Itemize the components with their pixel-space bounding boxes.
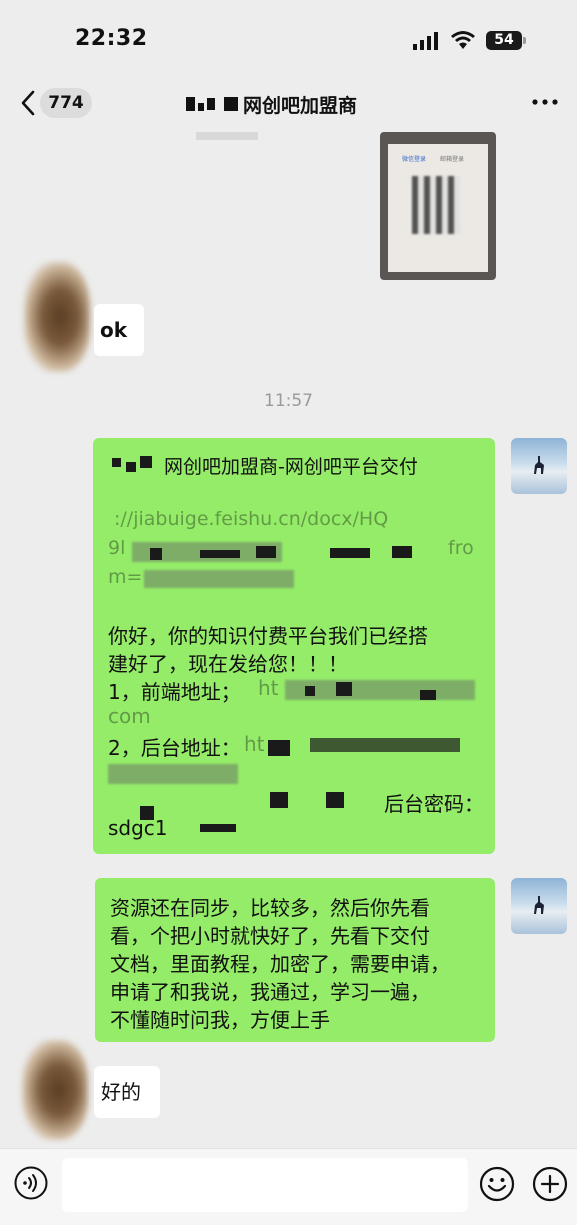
delivery-link-line3: m= xyxy=(108,566,143,588)
delivery-admin-label: 2，后台地址： xyxy=(108,736,241,760)
delivery-front-label: 1，前端地址； xyxy=(108,680,241,704)
unread-count-badge[interactable]: 774 xyxy=(40,88,92,118)
message-text: 好的 xyxy=(101,1080,141,1104)
sync-line-1: 资源还在同步，比较多，然后你先看 xyxy=(110,896,430,920)
signal-icon xyxy=(413,32,438,50)
delivery-password-start: sdgc1 xyxy=(108,816,168,840)
redaction-block xyxy=(200,824,236,832)
battery-indicator: 54 xyxy=(486,31,522,50)
status-bar: 22:32 54 xyxy=(0,0,577,80)
redaction-block xyxy=(336,682,352,696)
redaction-block xyxy=(140,456,152,468)
delivery-front-url-start: ht xyxy=(258,676,279,700)
message-text: ok xyxy=(100,318,128,342)
wifi-icon xyxy=(451,31,475,49)
redaction-block xyxy=(330,548,370,558)
message-bubble-ok[interactable]: ok xyxy=(94,304,144,356)
chat-title: 网创吧加盟商 xyxy=(243,94,358,117)
redaction-block xyxy=(326,792,344,808)
blurred-region xyxy=(108,764,238,784)
image-tab-wechat: 微信登录 xyxy=(402,156,427,163)
redaction-block xyxy=(392,546,412,558)
sync-line-2: 看，个把小时就快好了，先看下交付 xyxy=(110,924,430,948)
redaction-block xyxy=(200,550,240,558)
redaction-block xyxy=(150,548,162,560)
sync-line-5: 不懂随时问我，方便上手 xyxy=(110,1008,330,1032)
redaction-block xyxy=(256,546,276,558)
previous-message-edge xyxy=(196,132,258,140)
timestamp: 11:57 xyxy=(264,391,313,411)
redaction-block xyxy=(305,686,315,696)
screenshot-thumbnail: 微信登录 邮箱登录 xyxy=(388,144,488,272)
avatar-self[interactable] xyxy=(511,878,567,934)
redaction-block xyxy=(420,690,436,700)
delivery-front-url-end: com xyxy=(108,704,151,728)
redaction-block xyxy=(270,792,288,808)
back-icon[interactable] xyxy=(20,90,36,116)
redaction-block xyxy=(140,806,154,820)
delivery-password-label: 后台密码： xyxy=(384,792,484,816)
title-redaction xyxy=(186,97,241,111)
chat-title-group: 网创吧加盟商 xyxy=(186,92,358,117)
message-input[interactable] xyxy=(62,1158,468,1212)
image-tab-email: 邮箱登录 xyxy=(440,156,465,163)
redaction-block xyxy=(126,462,136,472)
more-icon[interactable] xyxy=(532,99,558,105)
delivery-link-line2-start: 9l xyxy=(108,537,126,559)
voice-icon[interactable] xyxy=(14,1166,48,1200)
redaction-block xyxy=(310,738,460,752)
avatar-self[interactable] xyxy=(511,438,567,494)
redaction-block xyxy=(268,740,290,756)
status-time: 22:32 xyxy=(75,26,148,51)
delivery-title-line: 网创吧加盟商-网创吧平台交付 xyxy=(164,456,418,478)
rider-silhouette xyxy=(534,456,544,474)
qr-code-blurred xyxy=(412,176,460,234)
delivery-admin-url-start: ht xyxy=(244,732,265,756)
delivery-link-line1: ://jiabuige.feishu.cn/docx/HQ xyxy=(114,508,389,530)
sync-line-4: 申请了和我说，我通过，学习一遍， xyxy=(110,980,430,1004)
delivery-link-line2-end: fro xyxy=(448,537,474,559)
rider-silhouette xyxy=(534,896,544,914)
delivery-greeting-2: 建好了，现在发给您！！！ xyxy=(108,652,348,676)
avatar-contact[interactable] xyxy=(24,262,90,372)
image-message[interactable]: 微信登录 邮箱登录 xyxy=(380,132,496,280)
message-bubble-ok-cn[interactable]: 好的 xyxy=(94,1066,160,1118)
plus-icon[interactable] xyxy=(532,1166,568,1202)
emoji-icon[interactable] xyxy=(479,1166,515,1202)
avatar-contact[interactable] xyxy=(22,1040,88,1140)
blurred-region xyxy=(144,570,294,588)
redaction-block xyxy=(112,458,121,467)
sync-line-3: 文档，里面教程，加密了，需要申请， xyxy=(110,952,450,976)
battery-tip xyxy=(523,37,526,44)
delivery-greeting-1: 你好，你的知识付费平台我们已经搭 xyxy=(108,624,428,648)
